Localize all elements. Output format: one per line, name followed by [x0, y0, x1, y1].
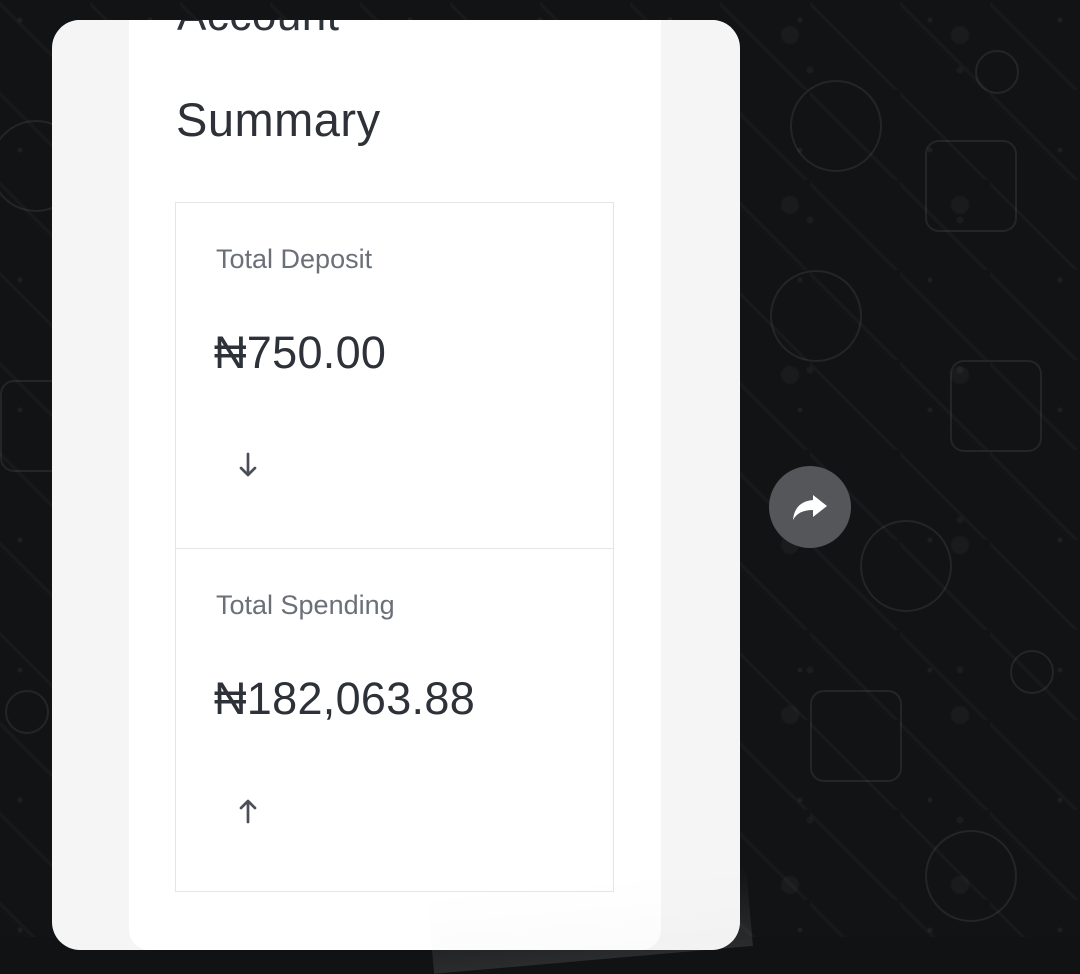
arrow-up-icon — [239, 799, 257, 824]
wallpaper-doodle — [770, 270, 862, 362]
forward-arrow-icon — [793, 495, 827, 520]
wallpaper-doodle — [1010, 650, 1054, 694]
wallpaper-doodle — [860, 520, 952, 612]
page-title: Summary — [176, 93, 381, 146]
arrow-down-icon — [239, 452, 257, 477]
total-deposit-amount: ₦750.00 — [214, 327, 387, 378]
wallpaper-doodle — [810, 690, 902, 782]
total-spending-label: Total Spending — [216, 590, 395, 620]
wallpaper-doodle — [790, 80, 882, 172]
total-deposit-label: Total Deposit — [216, 244, 373, 274]
wallpaper-doodle — [925, 830, 1017, 922]
total-spending-card: Total Spending ₦182,063.88 — [175, 548, 614, 892]
wallpaper-doodle — [5, 690, 49, 734]
total-deposit-card: Total Deposit ₦750.00 — [175, 202, 614, 549]
account-heading: Account — [177, 20, 339, 40]
wallpaper-doodle — [975, 50, 1019, 94]
share-button[interactable] — [769, 466, 851, 548]
total-spending-amount: ₦182,063.88 — [214, 673, 476, 724]
account-summary-document: Account Summary Total Deposit ₦750.00 To… — [129, 20, 661, 950]
image-viewer-panel: Account Summary Total Deposit ₦750.00 To… — [52, 20, 740, 950]
wallpaper-doodle — [950, 360, 1042, 452]
wallpaper-doodle — [925, 140, 1017, 232]
